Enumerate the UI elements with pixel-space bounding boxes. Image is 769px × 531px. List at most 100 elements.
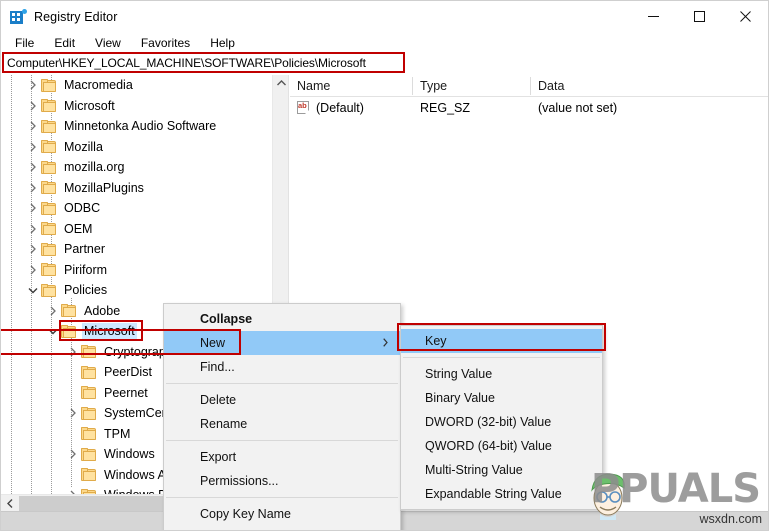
tree-item-policies[interactable]: Policies: [1, 280, 273, 301]
context-menu-item-permissions[interactable]: Permissions...: [164, 469, 400, 493]
tree-item-minnetonka-audio-software[interactable]: Minnetonka Audio Software: [1, 116, 273, 137]
value-name-text: (Default): [316, 101, 364, 115]
column-header-type[interactable]: Type: [413, 75, 530, 97]
tree-item-oem[interactable]: OEM: [1, 219, 273, 240]
context-menu-item-go-to-hkey-current-user[interactable]: Go to HKEY_CURRENT_USER: [164, 526, 400, 530]
submenu-item-multi-string-value[interactable]: Multi-String Value: [401, 458, 602, 482]
folder-icon: [61, 324, 77, 338]
tree-item-macromedia[interactable]: Macromedia: [1, 75, 273, 96]
folder-icon: [41, 201, 57, 215]
tree-item-label: mozilla.org: [64, 160, 125, 175]
submenu-item-qword-64-bit-value[interactable]: QWORD (64-bit) Value: [401, 434, 602, 458]
context-menu-item-find[interactable]: Find...: [164, 355, 400, 379]
chevron-right-icon[interactable]: [25, 198, 41, 218]
registry-path-bar[interactable]: Computer\HKEY_LOCAL_MACHINE\SOFTWARE\Pol…: [2, 52, 405, 73]
menu-view[interactable]: View: [89, 34, 131, 52]
folder-icon: [81, 427, 97, 441]
chevron-right-icon[interactable]: [25, 75, 41, 95]
menu-bar: File Edit View Favorites Help: [1, 32, 768, 53]
context-menu-item-collapse[interactable]: Collapse: [164, 307, 400, 331]
submenu-item-label: Multi-String Value: [425, 463, 523, 477]
chevron-right-icon[interactable]: [25, 137, 41, 157]
window-title: Registry Editor: [34, 9, 118, 24]
context-menu-item-label: Find...: [200, 360, 235, 374]
string-value-icon: ab: [297, 101, 311, 115]
context-menu-item-export[interactable]: Export: [164, 445, 400, 469]
chevron-right-icon[interactable]: [65, 342, 81, 362]
menu-edit[interactable]: Edit: [48, 34, 85, 52]
tree-item-label: Macromedia: [64, 78, 133, 93]
tree-item-label: PeerDist: [104, 365, 152, 380]
folder-icon: [81, 468, 97, 482]
chevron-right-icon[interactable]: [65, 444, 81, 464]
context-menu-item-label: Rename: [200, 417, 248, 431]
registry-editor-window: Registry Editor File Edit View Favorites…: [0, 0, 769, 531]
context-menu-item-label: Delete: [200, 393, 237, 407]
tree-context-menu[interactable]: Collapse New Find... Delete Rename Export Perm…: [163, 303, 401, 530]
menu-separator: [166, 440, 398, 441]
new-submenu[interactable]: Key String Value Binary Value DWORD (32-bit…: [400, 325, 603, 510]
chevron-right-icon[interactable]: [25, 157, 41, 177]
submenu-item-binary-value[interactable]: Binary Value: [401, 386, 602, 410]
tree-item-piriform[interactable]: Piriform: [1, 260, 273, 281]
menu-separator: [403, 357, 600, 358]
chevron-right-icon[interactable]: [25, 239, 41, 259]
tree-item-mozilla[interactable]: Mozilla: [1, 137, 273, 158]
value-data-cell: (value not set): [538, 101, 618, 115]
value-type-cell: REG_SZ: [420, 101, 471, 115]
value-row[interactable]: ab (Default) REG_SZ (value not set): [290, 97, 768, 119]
scroll-left-icon[interactable]: [1, 495, 18, 512]
chevron-right-icon[interactable]: [65, 403, 81, 423]
menu-file[interactable]: File: [9, 34, 44, 52]
column-header-name[interactable]: Name: [290, 75, 412, 97]
chevron-down-icon[interactable]: [25, 280, 41, 300]
menu-help[interactable]: Help: [204, 34, 245, 52]
tree-item-label: Microsoft: [64, 98, 115, 113]
folder-icon: [81, 365, 97, 379]
context-menu-item-copy-key-name[interactable]: Copy Key Name: [164, 502, 400, 526]
submenu-item-dword-32-bit-value[interactable]: DWORD (32-bit) Value: [401, 410, 602, 434]
chevron-right-icon[interactable]: [25, 96, 41, 116]
submenu-item-expandable-string-value[interactable]: Expandable String Value: [401, 482, 602, 506]
close-button[interactable]: [722, 1, 768, 32]
tree-item-label: ODBC: [64, 201, 101, 216]
folder-icon: [81, 386, 97, 400]
chevron-right-icon: [383, 336, 388, 350]
tree-item-label: Peernet: [104, 385, 148, 400]
chevron-right-icon[interactable]: [25, 260, 41, 280]
chevron-right-icon[interactable]: [25, 219, 41, 239]
tree-item-mozilla-org[interactable]: mozilla.org: [1, 157, 273, 178]
chevron-right-icon[interactable]: [25, 178, 41, 198]
chevron-down-icon[interactable]: [45, 321, 61, 341]
tree-item-partner[interactable]: Partner: [1, 239, 273, 260]
tree-item-microsoft[interactable]: Microsoft: [1, 96, 273, 117]
context-menu-item-label: Collapse: [200, 312, 253, 326]
address-bar-area: Computer\HKEY_LOCAL_MACHINE\SOFTWARE\Pol…: [1, 52, 768, 74]
context-menu-item-rename[interactable]: Rename: [164, 412, 400, 436]
submenu-item-key[interactable]: Key: [401, 329, 602, 353]
column-header-data[interactable]: Data: [531, 75, 761, 97]
submenu-item-label: Key: [425, 334, 447, 348]
folder-icon: [41, 78, 57, 92]
scroll-up-icon[interactable]: [273, 75, 288, 91]
context-menu-item-label: Copy Key Name: [200, 507, 292, 521]
submenu-item-label: Binary Value: [425, 391, 495, 405]
folder-icon: [81, 447, 97, 461]
submenu-item-string-value[interactable]: String Value: [401, 362, 602, 386]
minimize-button[interactable]: [630, 1, 676, 32]
tree-item-label: Minnetonka Audio Software: [64, 119, 217, 134]
context-menu-item-new[interactable]: New: [164, 331, 400, 355]
maximize-button[interactable]: [676, 1, 722, 32]
chevron-right-icon[interactable]: [25, 116, 41, 136]
menu-favorites[interactable]: Favorites: [135, 34, 200, 52]
folder-icon: [41, 283, 57, 297]
tree-item-odbc[interactable]: ODBC: [1, 198, 273, 219]
tree-item-label: TPM: [104, 426, 131, 441]
context-menu-item-delete[interactable]: Delete: [164, 388, 400, 412]
tree-item-label: Mozilla: [64, 139, 103, 154]
tree-item-mozillaplugins[interactable]: MozillaPlugins: [1, 178, 273, 199]
tree-item-label: Adobe: [84, 303, 121, 318]
chevron-right-icon[interactable]: [45, 301, 61, 321]
